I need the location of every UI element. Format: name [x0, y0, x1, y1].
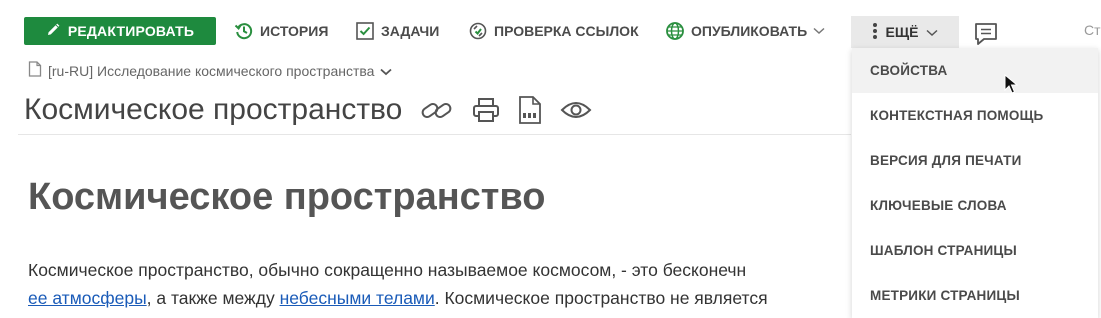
globe-icon: [665, 21, 685, 41]
menu-item-context-help[interactable]: КОНТЕКСТНАЯ ПОМОЩЬ: [852, 93, 1098, 138]
page-title: Космическое пространство: [24, 93, 403, 126]
menu-item-label: КЛЮЧЕВЫЕ СЛОВА: [870, 198, 1007, 213]
more-label: ЕЩЁ: [885, 24, 919, 40]
publish-button[interactable]: ОПУБЛИКОВАТЬ: [665, 17, 825, 45]
menu-item-page-metrics[interactable]: МЕТРИКИ СТРАНИЦЫ: [852, 273, 1098, 318]
tasks-button[interactable]: ЗАДАЧИ: [355, 17, 439, 45]
paragraph-line-2: ее атмосферы, а также между небесными те…: [28, 284, 858, 312]
menu-item-page-template[interactable]: ШАБЛОН СТРАНИЦЫ: [852, 228, 1098, 273]
menu-item-label: СВОЙСТВА: [870, 63, 948, 78]
publish-label: ОПУБЛИКОВАТЬ: [691, 23, 808, 39]
menu-item-properties[interactable]: СВОЙСТВА: [852, 48, 1098, 93]
checkbox-icon: [355, 21, 375, 41]
tasks-label: ЗАДАЧИ: [381, 23, 440, 39]
page-actions: [420, 96, 592, 124]
more-menu: СВОЙСТВА КОНТЕКСТНАЯ ПОМОЩЬ ВЕРСИЯ ДЛЯ П…: [852, 48, 1098, 318]
history-button[interactable]: ИСТОРИЯ: [234, 17, 328, 45]
menu-item-label: ВЕРСИЯ ДЛЯ ПЕЧАТИ: [870, 153, 1022, 168]
link-icon[interactable]: [420, 97, 454, 123]
menu-item-keywords[interactable]: КЛЮЧЕВЫЕ СЛОВА: [852, 183, 1098, 228]
atmosphere-link[interactable]: ее атмосферы: [28, 288, 147, 308]
link-check-label: ПРОВЕРКА ССЫЛОК: [494, 23, 639, 39]
menu-item-label: ШАБЛОН СТРАНИЦЫ: [870, 243, 1017, 258]
paragraph-text-mid: , а также между: [146, 288, 280, 308]
vertical-dots-icon: [872, 22, 878, 43]
breadcrumb-label: [ru-RU] Исследование космического простр…: [48, 62, 375, 79]
menu-item-label: КОНТЕКСТНАЯ ПОМОЩЬ: [870, 108, 1044, 123]
printer-icon[interactable]: [472, 97, 500, 123]
breadcrumb[interactable]: [ru-RU] Исследование космического простр…: [28, 61, 393, 80]
menu-item-label: МЕТРИКИ СТРАНИЦЫ: [870, 288, 1020, 303]
celestial-bodies-link[interactable]: небесными телами: [280, 288, 435, 308]
history-clock-icon: [234, 21, 254, 41]
mouse-cursor-icon: [1004, 73, 1019, 99]
paragraph-line-1: Космическое пространство, обычно сокраще…: [28, 260, 747, 280]
pdf-icon[interactable]: [518, 96, 542, 124]
eye-icon[interactable]: [560, 99, 592, 121]
article-heading: Космическое пространство: [28, 176, 546, 218]
edit-button[interactable]: РЕДАКТИРОВАТЬ: [24, 17, 216, 45]
paragraph-text-end: . Космическое пространство не является: [434, 288, 768, 308]
article-paragraph: Космическое пространство, обычно сокраще…: [28, 256, 858, 318]
pencil-icon: [46, 23, 60, 40]
page-icon: [28, 61, 42, 80]
link-check-button[interactable]: ПРОВЕРКА ССЫЛОК: [468, 17, 639, 45]
menu-item-print-version[interactable]: ВЕРСИЯ ДЛЯ ПЕЧАТИ: [852, 138, 1098, 183]
title-divider: [18, 134, 851, 135]
edit-button-label: РЕДАКТИРОВАТЬ: [67, 23, 195, 39]
title-row: Космическое пространство: [24, 88, 592, 132]
truncated-toolbar-text: Ст: [1084, 22, 1101, 38]
more-button[interactable]: ЕЩЁ: [851, 16, 959, 48]
chevron-down-icon: [926, 24, 938, 40]
link-check-icon: [468, 21, 488, 41]
history-label: ИСТОРИЯ: [260, 23, 329, 39]
chevron-down-icon: [380, 63, 393, 79]
chevron-down-icon: [813, 27, 825, 35]
